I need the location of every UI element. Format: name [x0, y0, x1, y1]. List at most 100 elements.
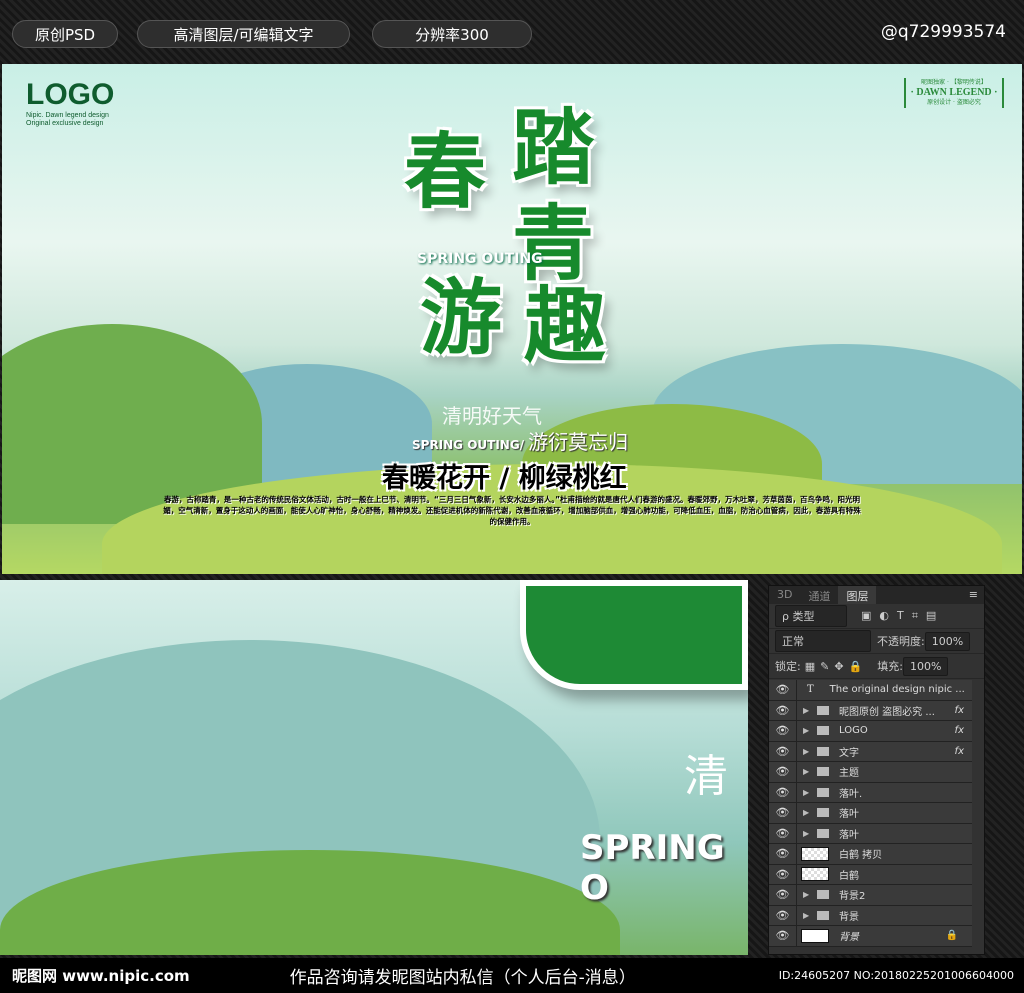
poster: LOGO Nipic. Dawn legend design Original ex…	[2, 64, 1022, 574]
title-char: 春	[404, 125, 487, 220]
filter-select[interactable]: ρ 类型	[775, 605, 847, 627]
layer-row[interactable]: 👁 ▶ LOGO fx	[769, 721, 972, 742]
blend-mode-select[interactable]: 正常	[775, 630, 871, 652]
expand-arrow-icon[interactable]: ▶	[803, 829, 817, 838]
layer-name: 文字	[839, 747, 859, 759]
folder-icon	[817, 767, 829, 777]
layer-name: 主题	[839, 768, 859, 780]
expand-arrow-icon[interactable]: ▶	[803, 767, 817, 776]
fx-icon[interactable]: fx	[955, 725, 964, 736]
expand-arrow-icon[interactable]: ▶	[803, 911, 817, 920]
layer-name: 背景	[839, 932, 859, 944]
visibility-eye-icon[interactable]: 👁	[769, 864, 797, 884]
layer-row[interactable]: 👁 ▶ 主题	[769, 762, 972, 783]
layer-thumbnail	[801, 928, 829, 943]
logo: LOGO Nipic. Dawn legend design Original ex…	[26, 78, 115, 127]
layer-row[interactable]: 👁 ▶ 昵图原创 盗图必究 ... fx	[769, 700, 972, 721]
title-english: SPRING OUTING	[417, 251, 543, 267]
expand-arrow-icon[interactable]: ▶	[803, 808, 817, 817]
expand-arrow-icon[interactable]: ▶	[803, 726, 817, 735]
detail-crop: 清 SPRING O	[0, 580, 748, 955]
fill-label: 填充:	[877, 660, 903, 673]
fill-input[interactable]: 100%	[902, 656, 949, 676]
layer-row[interactable]: 👁 白鹤 拷贝	[769, 844, 972, 865]
layer-name: 落叶.	[839, 788, 863, 800]
layer-name: 落叶	[839, 809, 859, 821]
visibility-eye-icon[interactable]: 👁	[769, 680, 797, 700]
fx-icon[interactable]: fx	[955, 705, 964, 716]
subtitle-2: SPRING OUTING/游衍莫忘归	[412, 430, 629, 454]
layer-name: 昵图原创 盗图必究 ...	[839, 706, 935, 718]
badge-resolution: 分辨率300	[372, 20, 532, 48]
layer-row[interactable]: 👁 ▶ 落叶	[769, 803, 972, 824]
expand-arrow-icon[interactable]: ▶	[803, 890, 817, 899]
fx-icon[interactable]: fx	[955, 746, 964, 757]
visibility-eye-icon[interactable]: 👁	[769, 905, 797, 925]
subtitle: 清明好天气	[442, 404, 542, 428]
lock-icon: 🔒	[945, 930, 958, 942]
folder-icon	[817, 746, 829, 756]
visibility-eye-icon[interactable]: 👁	[769, 844, 797, 864]
title-char: 青	[512, 197, 595, 292]
layer-row[interactable]: 👁 T The original design nipic ...	[769, 680, 972, 701]
layer-list: 👁 T The original design nipic ... 👁 ▶ 昵图原创 盗图…	[769, 680, 972, 947]
layer-row[interactable]: 👁 背景 🔒	[769, 926, 972, 947]
folder-icon	[817, 890, 829, 900]
folder-icon	[817, 808, 829, 818]
title-char: 游	[420, 271, 503, 366]
opacity-label: 不透明度:	[877, 635, 925, 648]
top-bar: 原创PSD 高清图层/可编辑文字 分辨率300 @q729993574	[0, 0, 1024, 60]
visibility-eye-icon[interactable]: 👁	[769, 823, 797, 843]
title-char: 踏	[512, 101, 595, 196]
layer-name: 落叶	[839, 829, 859, 841]
folder-icon	[817, 705, 829, 715]
layer-row[interactable]: 👁 白鹤	[769, 864, 972, 885]
expand-arrow-icon[interactable]: ▶	[803, 747, 817, 756]
folder-icon	[817, 828, 829, 838]
layer-row[interactable]: 👁 ▶ 文字 fx	[769, 741, 972, 762]
visibility-eye-icon[interactable]: 👁	[769, 782, 797, 802]
footer: 昵图网 www.nipic.com 作品咨询请发昵图站内私信（个人后台-消息） …	[0, 958, 1024, 993]
opacity-input[interactable]: 100%	[924, 631, 971, 651]
slogan: 春暖花开 / 柳绿桃红	[382, 463, 627, 494]
visibility-eye-icon[interactable]: 👁	[769, 926, 797, 946]
visibility-eye-icon[interactable]: 👁	[769, 721, 797, 741]
tab-layers[interactable]: 图层	[838, 586, 877, 604]
layer-name: 背景	[839, 911, 859, 923]
body-text: 春游，古称踏青，是一种古老的传统民俗文体活动，古时一般在上巳节、清明节。“三月三…	[163, 495, 861, 526]
layer-row[interactable]: 👁 ▶ 背景	[769, 905, 972, 926]
text-layer-icon: T	[807, 684, 814, 696]
big-char: 清	[684, 751, 728, 802]
visibility-eye-icon[interactable]: 👁	[769, 700, 797, 720]
expand-arrow-icon[interactable]: ▶	[803, 788, 817, 797]
layer-name: 白鹤	[839, 870, 859, 882]
filter-icons[interactable]: ▣◐T⌗▤	[861, 609, 944, 623]
lock-label: 锁定:	[775, 660, 801, 673]
tab-channels[interactable]: 通道	[800, 586, 838, 604]
site-name[interactable]: 昵图网 www.nipic.com	[12, 965, 190, 986]
layer-row[interactable]: 👁 ▶ 落叶	[769, 823, 972, 844]
visibility-eye-icon[interactable]: 👁	[769, 741, 797, 761]
folder-icon	[817, 910, 829, 920]
layer-name: 背景2	[839, 891, 866, 903]
panel-menu-icon[interactable]: ≡	[963, 586, 984, 604]
visibility-eye-icon[interactable]: 👁	[769, 803, 797, 823]
layer-row[interactable]: 👁 ▶ 落叶.	[769, 782, 972, 803]
visibility-eye-icon[interactable]: 👁	[769, 762, 797, 782]
title-char: 趣	[524, 279, 607, 374]
expand-arrow-icon[interactable]: ▶	[803, 706, 817, 715]
folder-icon	[817, 726, 829, 736]
visibility-eye-icon[interactable]: 👁	[769, 885, 797, 905]
layer-thumbnail	[801, 846, 829, 861]
big-english: SPRING O	[580, 828, 725, 908]
layer-thumbnail	[801, 867, 829, 882]
layer-name: 白鹤 拷贝	[839, 850, 883, 862]
brand-mark: 昵图独家 · 【黎明传说】 · DAWN LEGEND · 原创设计 · 盗图必究	[904, 78, 1004, 108]
lock-icons[interactable]: ▦✎✥🔒	[805, 660, 868, 673]
layer-row[interactable]: 👁 ▶ 背景2	[769, 885, 972, 906]
badge-psd: 原创PSD	[12, 20, 118, 48]
layer-name: LOGO	[839, 725, 868, 737]
layer-name: The original design nipic ...	[829, 684, 965, 696]
notice: 作品咨询请发昵图站内私信（个人后台-消息）	[289, 968, 636, 988]
tab-3d[interactable]: 3D	[769, 586, 800, 604]
